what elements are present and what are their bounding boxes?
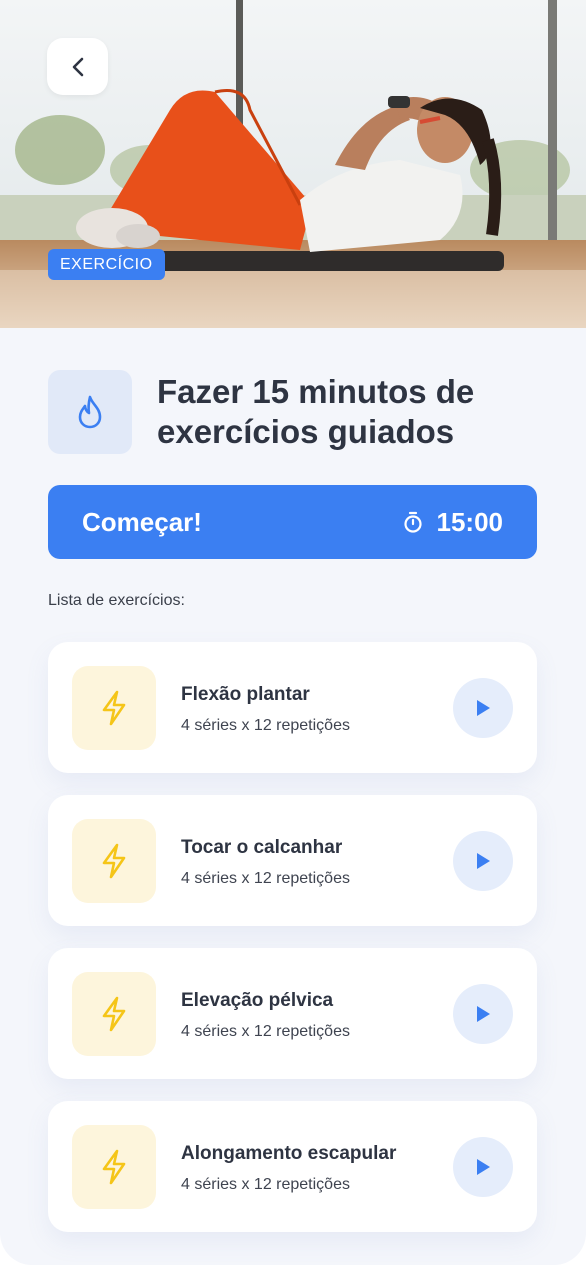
exercise-name: Flexão plantar (181, 684, 310, 705)
chevron-left-icon (72, 57, 83, 76)
exercise-icon-box (72, 1125, 156, 1209)
exercise-card[interactable]: Alongamento escapular 4 séries x 12 repe… (48, 1101, 537, 1232)
play-icon (477, 700, 490, 716)
activity-icon-box (48, 370, 132, 454)
title-line-1: Fazer 15 minutos de (157, 373, 475, 410)
exercise-detail: 4 séries x 12 repetições (181, 1023, 350, 1040)
flame-icon (78, 395, 102, 429)
play-icon (477, 1006, 490, 1022)
exercise-name: Elevação pélvica (181, 990, 334, 1011)
lightning-icon (102, 843, 126, 879)
timer: 15:00 (403, 506, 504, 538)
play-button[interactable] (453, 984, 513, 1044)
start-button[interactable]: Começar! 15:00 (48, 485, 537, 559)
title-line-2: exercícios guiados (157, 413, 455, 450)
exercise-card[interactable]: Flexão plantar 4 séries x 12 repetições (48, 642, 537, 773)
exercise-card[interactable]: Tocar o calcanhar 4 séries x 12 repetiçõ… (48, 795, 537, 926)
exercise-detail: 4 séries x 12 repetições (181, 870, 350, 887)
exercise-name: Tocar o calcanhar (181, 837, 343, 858)
hero-image: EXERCÍCIO (0, 0, 586, 328)
lightning-icon (102, 690, 126, 726)
play-icon (477, 1159, 490, 1175)
page-title: Fazer 15 minutos de exercícios guiados (157, 372, 557, 452)
workout-screen: EXERCÍCIO Fazer 15 minutos de exercícios… (0, 0, 586, 1265)
back-button[interactable] (47, 38, 108, 95)
exercise-icon-box (72, 666, 156, 750)
exercise-name: Alongamento escapular (181, 1143, 397, 1164)
exercise-icon-box (72, 819, 156, 903)
lightning-icon (102, 1149, 126, 1185)
stopwatch-icon (403, 511, 422, 533)
play-button[interactable] (453, 678, 513, 738)
play-button[interactable] (453, 831, 513, 891)
play-button[interactable] (453, 1137, 513, 1197)
exercise-icon-box (72, 972, 156, 1056)
exercise-list-heading: Lista de exercícios: (48, 592, 185, 609)
timer-duration: 15:00 (436, 506, 504, 537)
start-label: Começar! (82, 506, 202, 537)
play-icon (477, 853, 490, 869)
category-tag: EXERCÍCIO (48, 249, 165, 280)
lightning-icon (102, 996, 126, 1032)
exercise-detail: 4 séries x 12 repetições (181, 717, 350, 734)
exercise-detail: 4 séries x 12 repetições (181, 1176, 350, 1193)
exercise-card[interactable]: Elevação pélvica 4 séries x 12 repetiçõe… (48, 948, 537, 1079)
